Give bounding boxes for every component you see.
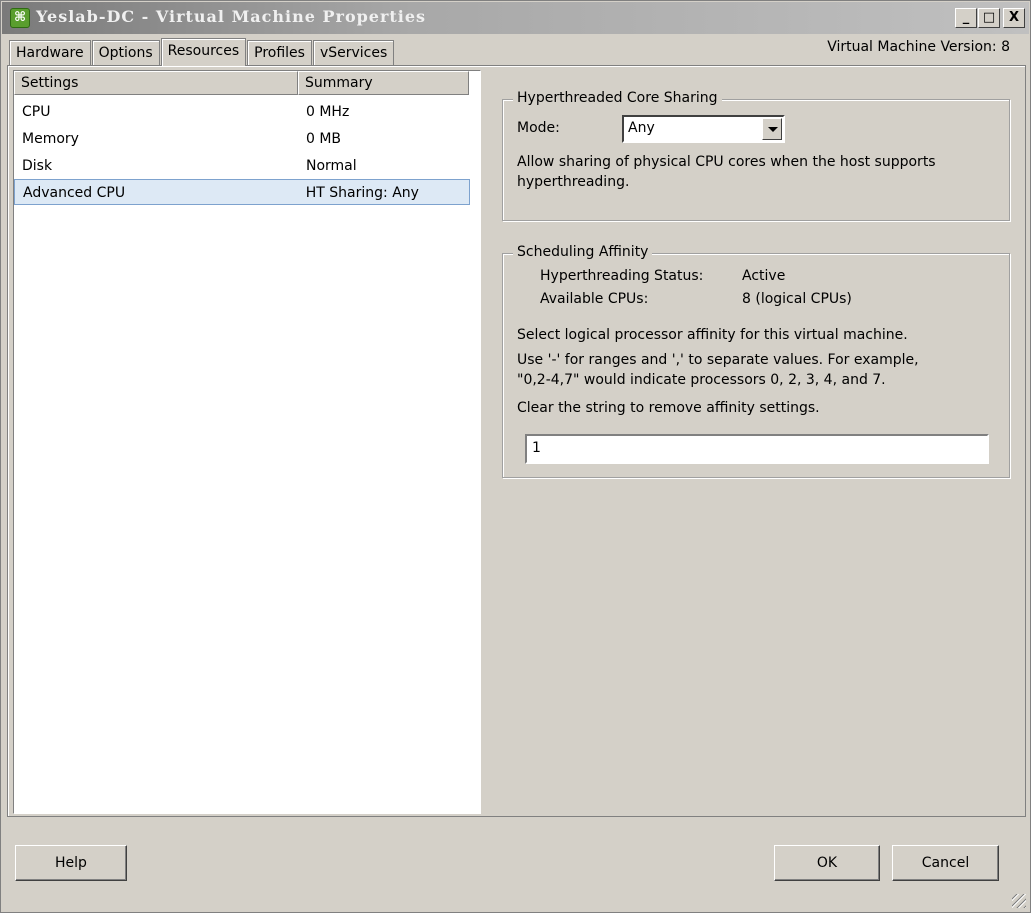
ok-button[interactable]: OK xyxy=(774,845,880,881)
ht-status-value: Active xyxy=(742,268,786,284)
resources-panel: Settings Summary CPU 0 MHz Memory 0 MB D… xyxy=(7,65,1026,817)
mode-dropdown[interactable]: Any xyxy=(622,115,785,143)
settings-list: Settings Summary CPU 0 MHz Memory 0 MB D… xyxy=(13,70,481,814)
ht-core-sharing-group: Hyperthreaded Core Sharing Mode: Any All… xyxy=(502,90,1010,221)
ht-description: Allow sharing of physical CPU cores when… xyxy=(517,152,936,192)
title-bar[interactable]: ⌘ Yeslab-DC - Virtual Machine Properties… xyxy=(2,2,1029,34)
affinity-example: Use '-' for ranges and ',' to separate v… xyxy=(517,350,919,390)
setting-name: Disk xyxy=(22,158,53,174)
list-header: Settings Summary xyxy=(14,71,474,95)
ht-description-line2: hyperthreading. xyxy=(517,174,630,190)
setting-summary: Normal xyxy=(306,158,357,174)
resize-grip-icon[interactable] xyxy=(1012,894,1026,908)
list-item-advanced-cpu[interactable]: Advanced CPU HT Sharing: Any xyxy=(14,179,470,205)
group-legend: Hyperthreaded Core Sharing xyxy=(513,90,722,106)
group-legend: Scheduling Affinity xyxy=(513,244,653,260)
mode-label: Mode: xyxy=(517,120,560,136)
cancel-button[interactable]: Cancel xyxy=(892,845,999,881)
tab-strip: Hardware Options Resources Profiles vSer… xyxy=(9,37,395,66)
affinity-example-line2: "0,2-4,7" would indicate processors 0, 2… xyxy=(517,372,886,388)
close-button[interactable]: X xyxy=(1003,8,1025,28)
maximize-button[interactable]: □ xyxy=(978,8,1000,28)
setting-name: Memory xyxy=(22,131,79,147)
ht-status-label: Hyperthreading Status: xyxy=(540,268,704,284)
vm-version-label: Virtual Machine Version: 8 xyxy=(827,39,1010,55)
available-cpus-label: Available CPUs: xyxy=(540,291,649,307)
ht-description-line1: Allow sharing of physical CPU cores when… xyxy=(517,154,936,170)
available-cpus-value: 8 (logical CPUs) xyxy=(742,291,852,307)
tab-resources[interactable]: Resources xyxy=(160,38,247,66)
list-item-disk[interactable]: Disk Normal xyxy=(14,153,470,179)
mode-value: Any xyxy=(628,120,655,136)
minimize-button[interactable]: _ xyxy=(955,8,977,28)
scheduling-affinity-group: Scheduling Affinity Hyperthreading Statu… xyxy=(502,244,1010,478)
affinity-example-line1: Use '-' for ranges and ',' to separate v… xyxy=(517,352,919,368)
affinity-clear-note: Clear the string to remove affinity sett… xyxy=(517,400,820,416)
list-item-memory[interactable]: Memory 0 MB xyxy=(14,126,470,152)
column-header-summary[interactable]: Summary xyxy=(298,71,469,95)
setting-name: CPU xyxy=(22,104,51,120)
affinity-input[interactable]: 1 xyxy=(525,434,989,464)
tab-hardware[interactable]: Hardware xyxy=(9,40,91,65)
window-title: Yeslab-DC - Virtual Machine Properties xyxy=(36,7,427,26)
tab-profiles[interactable]: Profiles xyxy=(247,40,312,65)
tab-options[interactable]: Options xyxy=(91,40,160,65)
vsphere-app-icon: ⌘ xyxy=(10,8,30,28)
tab-vservices[interactable]: vServices xyxy=(312,40,395,65)
setting-summary: 0 MHz xyxy=(306,104,350,120)
setting-summary: HT Sharing: Any xyxy=(305,185,419,201)
list-item-cpu[interactable]: CPU 0 MHz xyxy=(14,99,470,125)
affinity-instruction: Select logical processor affinity for th… xyxy=(517,327,908,343)
column-header-settings[interactable]: Settings xyxy=(14,71,298,95)
vm-properties-window: ⌘ Yeslab-DC - Virtual Machine Properties… xyxy=(0,0,1031,913)
setting-summary: 0 MB xyxy=(306,131,342,147)
chevron-down-icon[interactable] xyxy=(762,118,782,140)
help-button[interactable]: Help xyxy=(15,845,127,881)
setting-name: Advanced CPU xyxy=(23,185,126,201)
